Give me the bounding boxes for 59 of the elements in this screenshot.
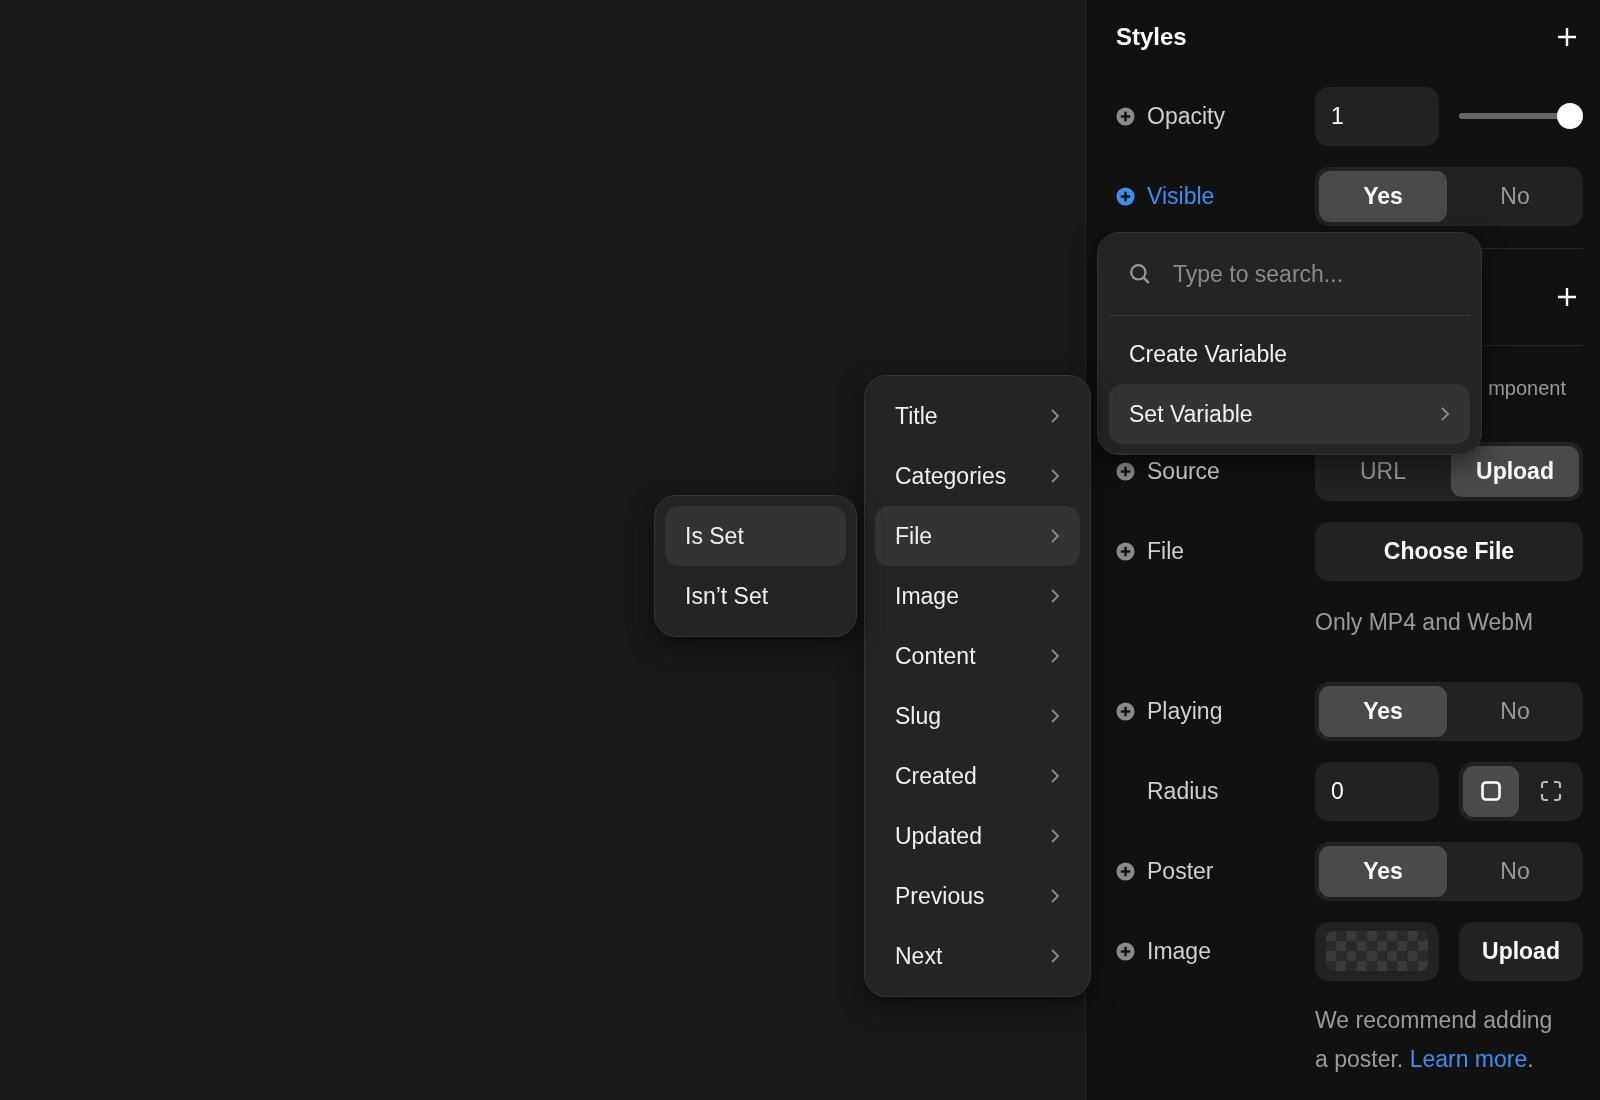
menu-item[interactable]: Image — [875, 566, 1080, 626]
property-label: Opacity — [1147, 102, 1225, 130]
upload-button[interactable]: Upload — [1459, 921, 1583, 981]
menu-item[interactable]: Previous — [875, 866, 1080, 926]
chevron-icon — [1050, 828, 1060, 844]
property-label: Image — [1147, 937, 1211, 965]
property-label: Playing — [1147, 697, 1223, 725]
search-field[interactable]: Type to search... — [1171, 259, 1454, 289]
property-label: Visible — [1147, 182, 1215, 210]
menu-item[interactable]: Is Set — [665, 506, 846, 566]
square-icon[interactable] — [1463, 765, 1519, 817]
chevron-icon — [1050, 888, 1060, 904]
number-field[interactable]: 1 — [1315, 86, 1439, 146]
slider-thumb[interactable] — [1557, 103, 1583, 129]
menu-item[interactable]: Created — [875, 746, 1080, 806]
toggle-option[interactable]: Yes — [1319, 685, 1447, 737]
add-icon[interactable] — [1557, 287, 1577, 307]
toggle-option[interactable]: Yes — [1319, 845, 1447, 897]
image-swatch[interactable] — [1315, 921, 1439, 981]
section-title: Styles — [1116, 23, 1187, 51]
chevron-icon — [1050, 648, 1060, 664]
slider-track[interactable] — [1459, 103, 1583, 129]
chevron-icon — [1050, 768, 1060, 784]
learn-more-link[interactable]: Learn more — [1409, 1046, 1528, 1072]
menu-item[interactable]: Categories — [875, 446, 1080, 506]
toggle-option[interactable]: No — [1451, 685, 1579, 737]
chevron-icon — [1050, 408, 1060, 424]
menu-item[interactable]: File — [875, 506, 1080, 566]
menu-item[interactable]: Next — [875, 926, 1080, 986]
toggle-option[interactable]: No — [1451, 845, 1579, 897]
add-icon[interactable] — [1116, 186, 1135, 206]
chevron-icon — [1050, 468, 1060, 484]
toggle-option[interactable]: URL — [1319, 445, 1447, 497]
toggle-option[interactable]: Yes — [1319, 170, 1447, 222]
property-label: Poster — [1147, 857, 1214, 885]
toggle-option[interactable]: Upload — [1451, 445, 1579, 497]
add-icon[interactable] — [1557, 27, 1577, 47]
property-label: File — [1147, 537, 1185, 565]
menu-item[interactable]: Set Variable — [1109, 384, 1470, 444]
chevron-icon — [1440, 406, 1450, 422]
menu-item[interactable]: Title — [875, 386, 1080, 446]
menu-item[interactable]: Isn’t Set — [665, 566, 846, 626]
number-field[interactable]: 0 — [1315, 761, 1439, 821]
property-label: Source — [1147, 457, 1220, 485]
menu-item[interactable]: Create Variable — [1109, 324, 1470, 384]
menu-item[interactable]: Content — [875, 626, 1080, 686]
search-icon — [1129, 263, 1151, 285]
hint-text: Only MP4 and WebM — [1315, 609, 1534, 636]
chevron-icon — [1050, 948, 1060, 964]
chevron-icon — [1050, 708, 1060, 724]
choose-file-button[interactable]: Choose File — [1315, 521, 1583, 581]
menu-item[interactable]: Updated — [875, 806, 1080, 866]
toggle-option[interactable]: No — [1451, 170, 1579, 222]
section-label: mponent — [1488, 377, 1566, 400]
chevron-icon — [1050, 528, 1060, 544]
menu-item[interactable]: Slug — [875, 686, 1080, 746]
property-label: Radius — [1147, 777, 1219, 805]
chevron-icon — [1050, 588, 1060, 604]
recommendation-text: We recommend adding a poster. Learn more. — [1315, 1006, 1554, 1074]
